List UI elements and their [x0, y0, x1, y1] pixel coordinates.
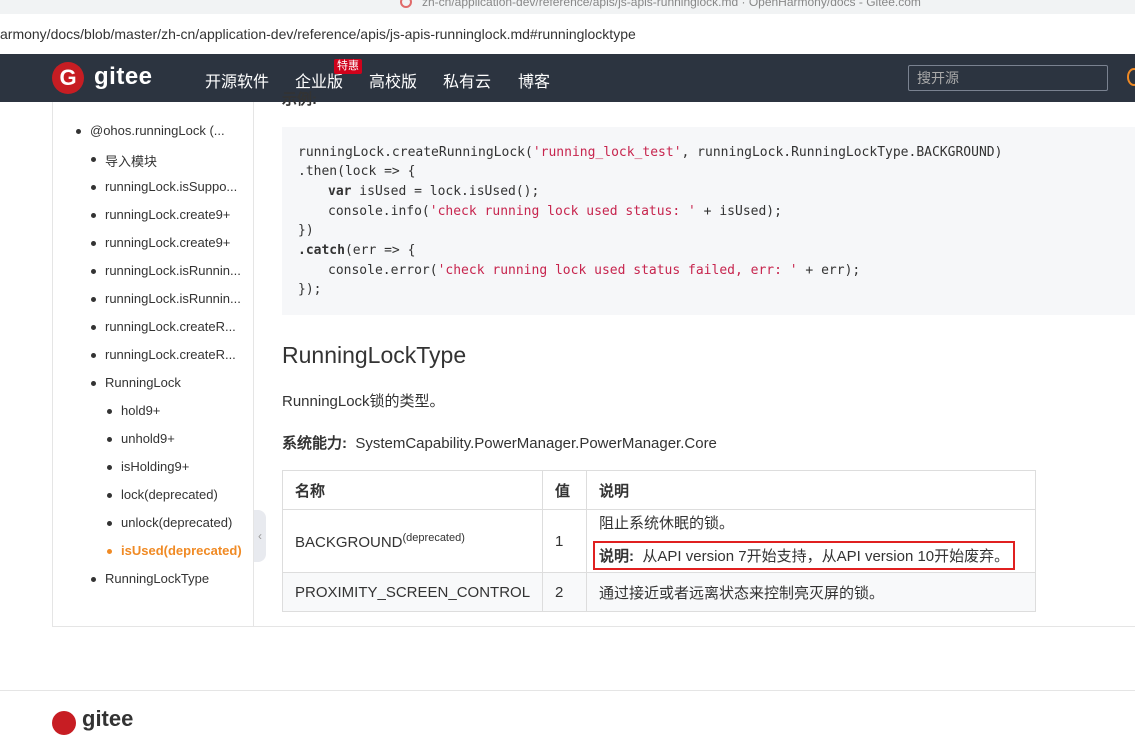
toc-item[interactable]: runningLock.isSuppo... [91, 179, 237, 194]
cell-name: PROXIMITY_SCREEN_CONTROL [281, 572, 544, 612]
url-text[interactable]: armony/docs/blob/master/zh-cn/applicatio… [0, 26, 636, 42]
syscap-line: 系统能力: SystemCapability.PowerManager.Powe… [282, 435, 717, 452]
content-bottom-border [52, 626, 1135, 627]
code-line: console.info('check running lock used st… [328, 204, 782, 219]
bullet-icon [91, 577, 96, 582]
toc-item[interactable]: runningLock.isRunnin... [91, 263, 241, 278]
bullet-icon [107, 549, 112, 554]
table-header-value: 值 [542, 470, 588, 510]
toc-item[interactable]: lock(deprecated) [107, 487, 218, 502]
section-description: RunningLock锁的类型。 [282, 393, 445, 410]
table-row: BACKGROUND(deprecated) 1 阻止系统休眠的锁。 说明: 从… [281, 509, 1036, 573]
code-block: runningLock.createRunningLock('running_l… [282, 127, 1135, 315]
bullet-icon [76, 129, 81, 134]
toc-item[interactable]: 导入模块 [91, 151, 157, 170]
enum-table: 名称 值 说明 BACKGROUND(deprecated) 1 阻止系统休眠的… [281, 470, 1036, 612]
bullet-icon [91, 269, 96, 274]
code-line: console.error('check running lock used s… [328, 263, 861, 278]
code-line: .catch(err => { [298, 243, 416, 258]
nav-item-education[interactable]: 高校版 [369, 68, 417, 92]
cell-name: BACKGROUND(deprecated) [281, 509, 544, 573]
section-heading: RunningLockType [282, 342, 467, 368]
code-line: }); [298, 282, 322, 297]
toc-item[interactable]: unlock(deprecated) [107, 515, 232, 530]
code-line: }) [298, 223, 314, 238]
bullet-icon [91, 157, 96, 162]
cell-desc: 阻止系统休眠的锁。 说明: 从API version 7开始支持，从API ve… [586, 509, 1036, 573]
bullet-icon [91, 213, 96, 218]
footer-divider [0, 690, 1135, 691]
sidebar-collapse-button[interactable]: ‹ [254, 510, 266, 562]
bullet-icon [91, 241, 96, 246]
toc-item[interactable]: runningLock.createR... [91, 319, 236, 334]
tab-title-text: zh-cn/application-dev/reference/apis/js-… [422, 0, 921, 9]
code-line: var isUsed = lock.isUsed(); [328, 184, 540, 199]
footer-logo-icon[interactable] [52, 711, 76, 735]
bullet-icon [91, 325, 96, 330]
brand-name[interactable]: gitee [94, 63, 153, 91]
bullet-icon [107, 409, 112, 414]
toc-item[interactable]: runningLock.createR... [91, 347, 236, 362]
gitee-logo-icon[interactable]: G [52, 62, 84, 94]
search-input[interactable] [908, 65, 1108, 91]
toc-item[interactable]: runningLock.isRunnin... [91, 291, 241, 306]
bullet-icon [91, 297, 96, 302]
bullet-icon [91, 353, 96, 358]
toc-item[interactable]: RunningLockType [91, 571, 209, 586]
bullet-icon [107, 493, 112, 498]
nav-item-private-cloud[interactable]: 私有云 [443, 68, 491, 92]
bullet-icon [107, 437, 112, 442]
top-navbar: G gitee 开源软件 企业版 特惠 高校版 私有云 博客 [0, 54, 1135, 102]
cell-desc: 通过接近或者远离状态来控制亮灭屏的锁。 [586, 572, 1036, 612]
browser-tab-title: zh-cn/application-dev/reference/apis/js-… [0, 0, 1135, 14]
toc-item-active[interactable]: isUsed(deprecated) [107, 543, 242, 558]
address-bar[interactable]: armony/docs/blob/master/zh-cn/applicatio… [0, 14, 1135, 55]
example-heading: 示例: [282, 91, 317, 108]
cell-value: 1 [542, 509, 588, 573]
code-line: runningLock.createRunningLock('running_l… [298, 145, 1003, 160]
notification-icon[interactable] [1127, 68, 1135, 86]
gitee-favicon-icon [400, 0, 412, 8]
bullet-icon [107, 465, 112, 470]
bullet-icon [107, 521, 112, 526]
nav-item-open-source[interactable]: 开源软件 [205, 68, 269, 92]
deprecation-note: 说明: 从API version 7开始支持，从API version 10开始… [593, 541, 1016, 570]
bullet-icon [91, 381, 96, 386]
table-row: PROXIMITY_SCREEN_CONTROL 2 通过接近或者远离状态来控制… [281, 572, 1036, 612]
toc-item[interactable]: runningLock.create9+ [91, 207, 230, 222]
promo-badge: 特惠 [334, 59, 362, 74]
toc-item[interactable]: runningLock.create9+ [91, 235, 230, 250]
toc-sidebar: @ohos.runningLock (... 导入模块 runningLock.… [52, 102, 254, 627]
cell-value: 2 [542, 572, 588, 612]
code-line: .then(lock => { [298, 164, 416, 179]
toc-item[interactable]: RunningLock [91, 375, 181, 390]
toc-item[interactable]: @ohos.runningLock (... [76, 123, 225, 138]
toc-item[interactable]: hold9+ [107, 403, 160, 418]
toc-item[interactable]: unhold9+ [107, 431, 175, 446]
table-header-desc: 说明 [586, 470, 1036, 510]
toc-item[interactable]: isHolding9+ [107, 459, 189, 474]
footer-brand[interactable]: gitee [82, 706, 133, 732]
table-header-name: 名称 [281, 470, 544, 510]
bullet-icon [91, 185, 96, 190]
nav-item-blog[interactable]: 博客 [518, 68, 550, 92]
